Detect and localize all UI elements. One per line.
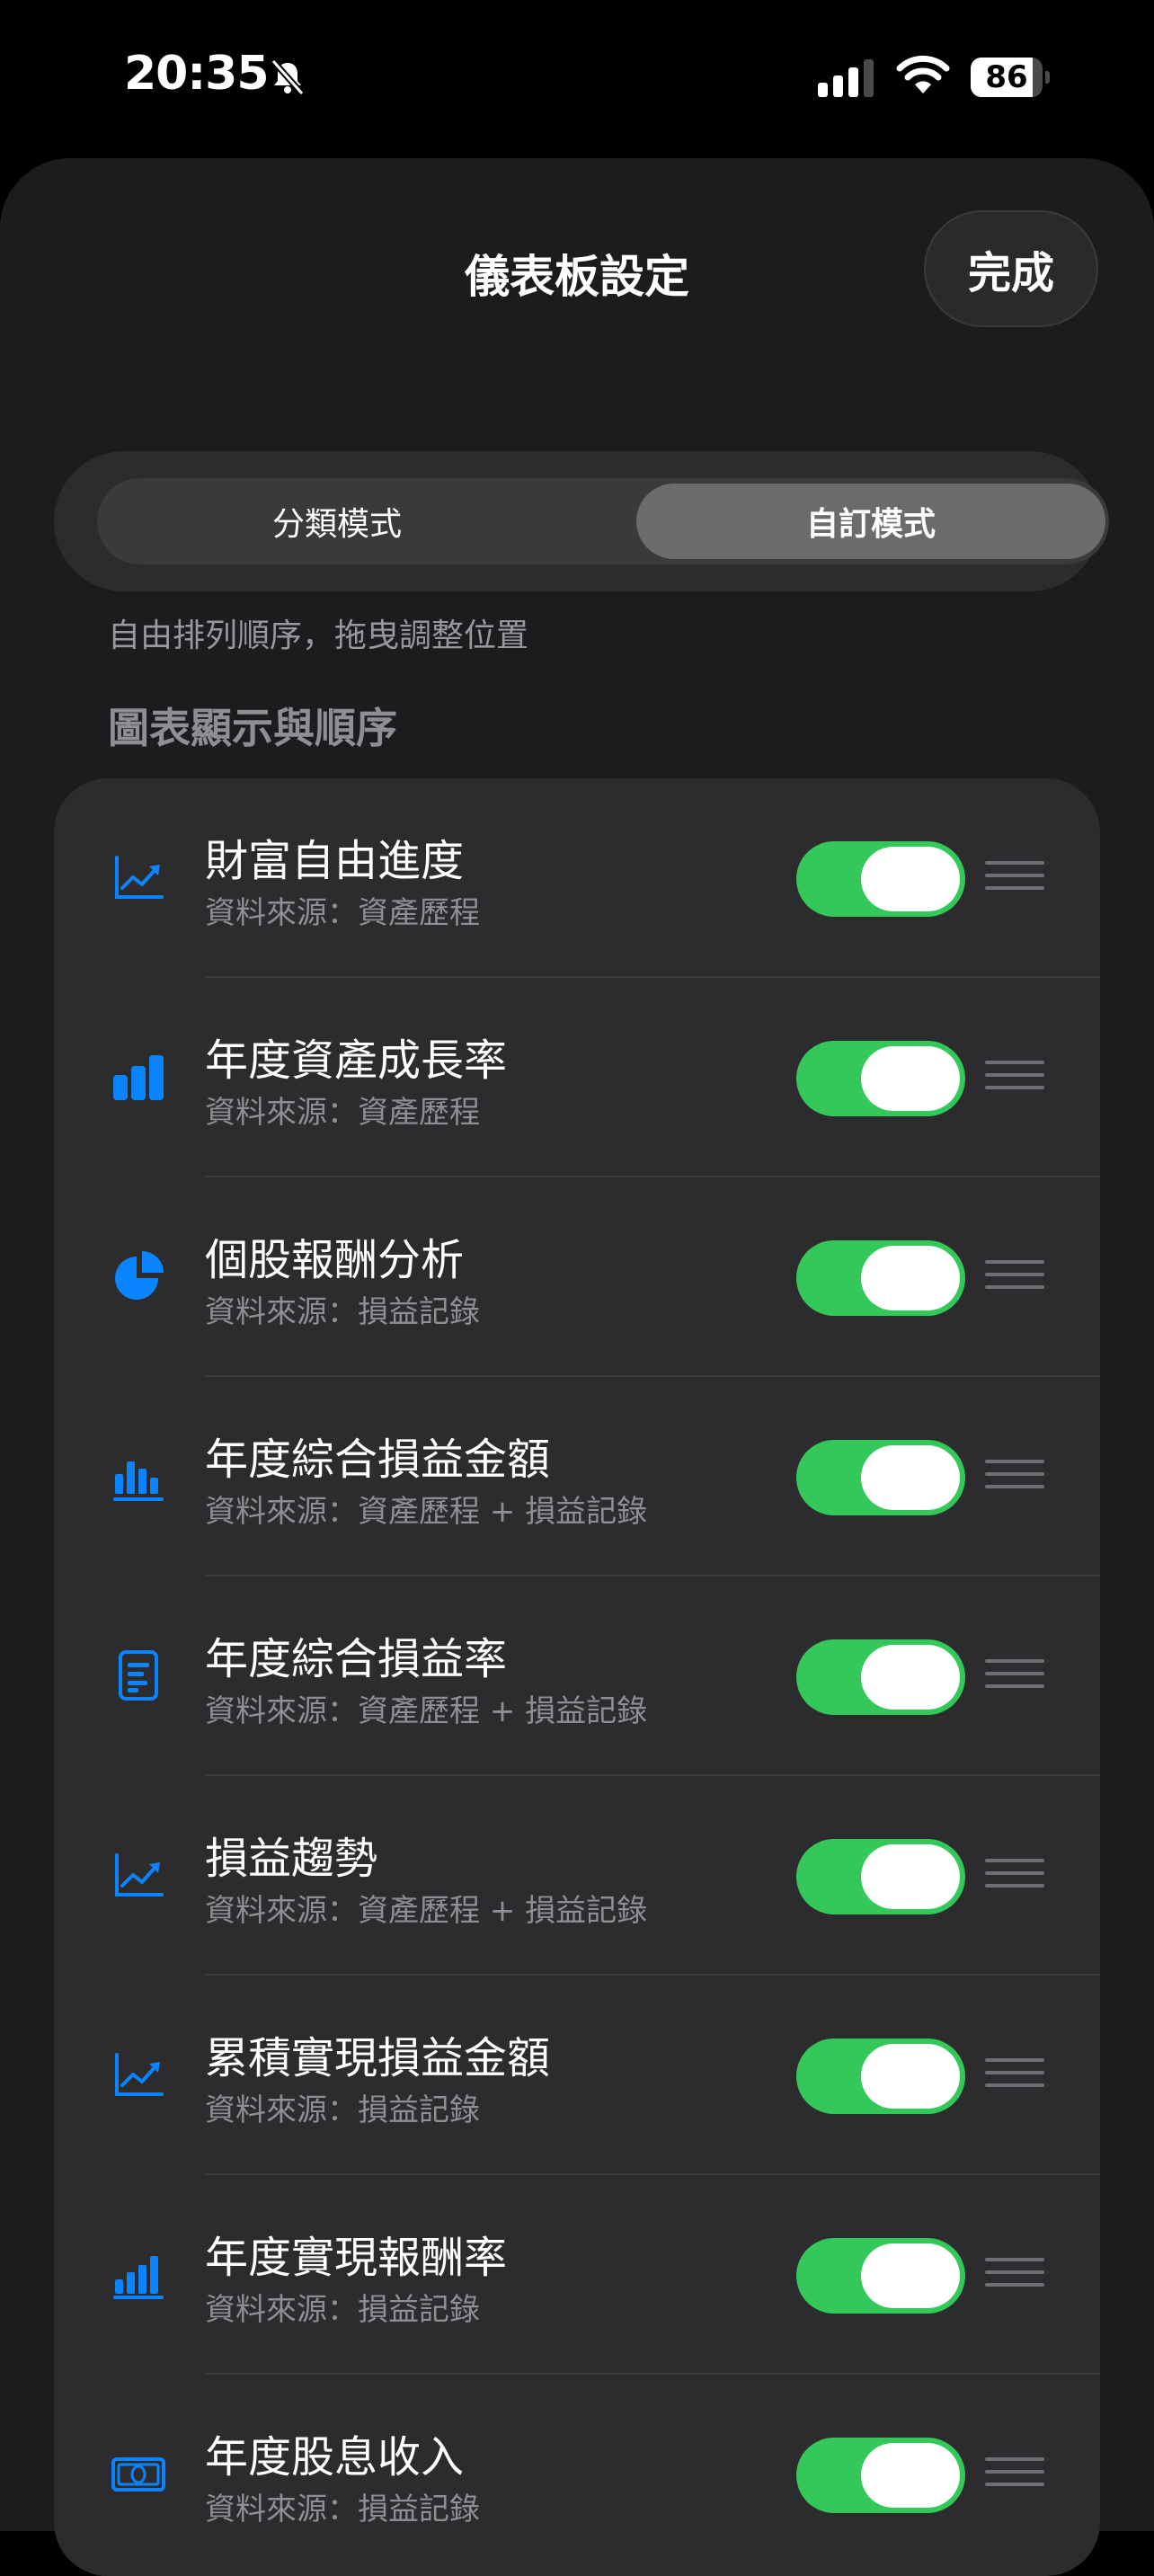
toggle-knob [861, 1445, 960, 1510]
section-header: 圖表顯示與順序 [108, 704, 397, 752]
tab-category-mode[interactable]: 分類模式 [102, 484, 572, 559]
item-visibility-toggle[interactable] [796, 1639, 965, 1715]
list-item: 年度綜合損益金額 資料來源：資產歷程 + 損益記錄 [54, 1377, 1100, 1577]
drag-handle-icon[interactable] [985, 2256, 1044, 2292]
toggle-knob [861, 2044, 960, 2109]
item-title: 個股報酬分析 [205, 1235, 465, 1285]
item-title: 年度資產成長率 [205, 1035, 508, 1086]
status-bar: 20:35 86 [0, 0, 1154, 153]
item-title: 年度實現報酬率 [205, 2233, 508, 2283]
list-item: 個股報酬分析 資料來源：損益記錄 [54, 1177, 1100, 1377]
status-time: 20:35 [124, 47, 270, 101]
report-icon [110, 1647, 167, 1704]
item-title: 年度綜合損益率 [205, 1634, 508, 1684]
list-item: 損益趨勢 資料來源：資產歷程 + 損益記錄 [54, 1776, 1100, 1976]
mode-switch-container: 分類模式 自訂模式 [54, 451, 1109, 591]
item-visibility-toggle[interactable] [796, 1440, 965, 1515]
item-visibility-toggle[interactable] [796, 1839, 965, 1914]
item-subtitle: 資料來源：資產歷程 [205, 895, 480, 931]
toggle-knob [861, 2243, 960, 2308]
drag-handle-icon[interactable] [985, 1857, 1044, 1893]
mode-hint: 自由排列順序，拖曳調整位置 [108, 617, 529, 654]
toggle-knob [861, 1844, 960, 1909]
item-visibility-toggle[interactable] [796, 2238, 965, 2314]
chart-list: 財富自由進度 資料來源：資產歷程 年度資產成長率 資料來源：資產歷程 個股報酬分… [54, 778, 1100, 2576]
done-button[interactable]: 完成 [924, 210, 1098, 327]
drag-handle-icon[interactable] [985, 1258, 1044, 1294]
mode-segmented-control: 分類模式 自訂模式 [97, 478, 1109, 564]
drag-handle-icon[interactable] [985, 1458, 1044, 1494]
banknote-icon [110, 2445, 167, 2502]
toggle-knob [861, 1246, 960, 1310]
dashboard-settings-sheet: 儀表板設定 完成 分類模式 自訂模式 自由排列順序，拖曳調整位置 圖表顯示與順序… [0, 158, 1154, 2576]
item-subtitle: 資料來源：資產歷程 + 損益記錄 [205, 1893, 648, 1929]
bell-slash-icon [268, 58, 307, 97]
drag-handle-icon[interactable] [985, 1059, 1044, 1095]
item-title: 損益趨勢 [205, 1834, 378, 1884]
item-title: 年度綜合損益金額 [205, 1435, 551, 1485]
drag-handle-icon[interactable] [985, 859, 1044, 895]
toggle-knob [861, 1645, 960, 1710]
cellular-signal-icon [818, 58, 877, 97]
ascending-bars-icon [110, 2245, 167, 2303]
drag-handle-icon[interactable] [985, 2456, 1044, 2492]
item-subtitle: 資料來源：資產歷程 + 損益記錄 [205, 1693, 648, 1729]
toggle-knob [861, 1046, 960, 1111]
item-visibility-toggle[interactable] [796, 2039, 965, 2114]
item-subtitle: 資料來源：資產歷程 [205, 1095, 480, 1131]
wifi-icon [895, 54, 951, 95]
line-chart-icon [110, 2046, 167, 2103]
list-item: 年度綜合損益率 資料來源：資產歷程 + 損益記錄 [54, 1577, 1100, 1776]
item-subtitle: 資料來源：損益記錄 [205, 1294, 480, 1330]
item-visibility-toggle[interactable] [796, 1240, 965, 1316]
item-visibility-toggle[interactable] [796, 841, 965, 917]
list-item: 年度股息收入 資料來源：損益記錄 [54, 2375, 1100, 2574]
drag-handle-icon[interactable] [985, 2056, 1044, 2092]
toggle-knob [861, 2443, 960, 2508]
drag-handle-icon[interactable] [985, 1657, 1044, 1693]
line-chart-icon [110, 848, 167, 906]
list-item: 財富自由進度 資料來源：資產歷程 [54, 778, 1100, 978]
tab-custom-mode[interactable]: 自訂模式 [636, 484, 1105, 559]
item-subtitle: 資料來源：資產歷程 + 損益記錄 [205, 1494, 648, 1530]
item-subtitle: 資料來源：損益記錄 [205, 2092, 480, 2128]
column-chart-icon [110, 1447, 167, 1505]
item-subtitle: 資料來源：損益記錄 [205, 2292, 480, 2328]
bar-chart-icon [110, 1048, 167, 1106]
battery-level: 86 [985, 59, 1028, 95]
list-item: 累積實現損益金額 資料來源：損益記錄 [54, 1976, 1100, 2175]
toggle-knob [861, 847, 960, 911]
line-chart-icon [110, 1846, 167, 1904]
item-visibility-toggle[interactable] [796, 1041, 965, 1116]
item-title: 財富自由進度 [205, 836, 465, 886]
list-item: 年度實現報酬率 資料來源：損益記錄 [54, 2175, 1100, 2375]
battery-indicator: 86 [971, 58, 1050, 97]
item-visibility-toggle[interactable] [796, 2438, 965, 2513]
item-title: 累積實現損益金額 [205, 2033, 551, 2083]
item-subtitle: 資料來源：損益記錄 [205, 2492, 480, 2527]
pie-chart-icon [110, 1248, 167, 1305]
list-item: 年度資產成長率 資料來源：資產歷程 [54, 978, 1100, 1177]
item-title: 年度股息收入 [205, 2432, 465, 2483]
